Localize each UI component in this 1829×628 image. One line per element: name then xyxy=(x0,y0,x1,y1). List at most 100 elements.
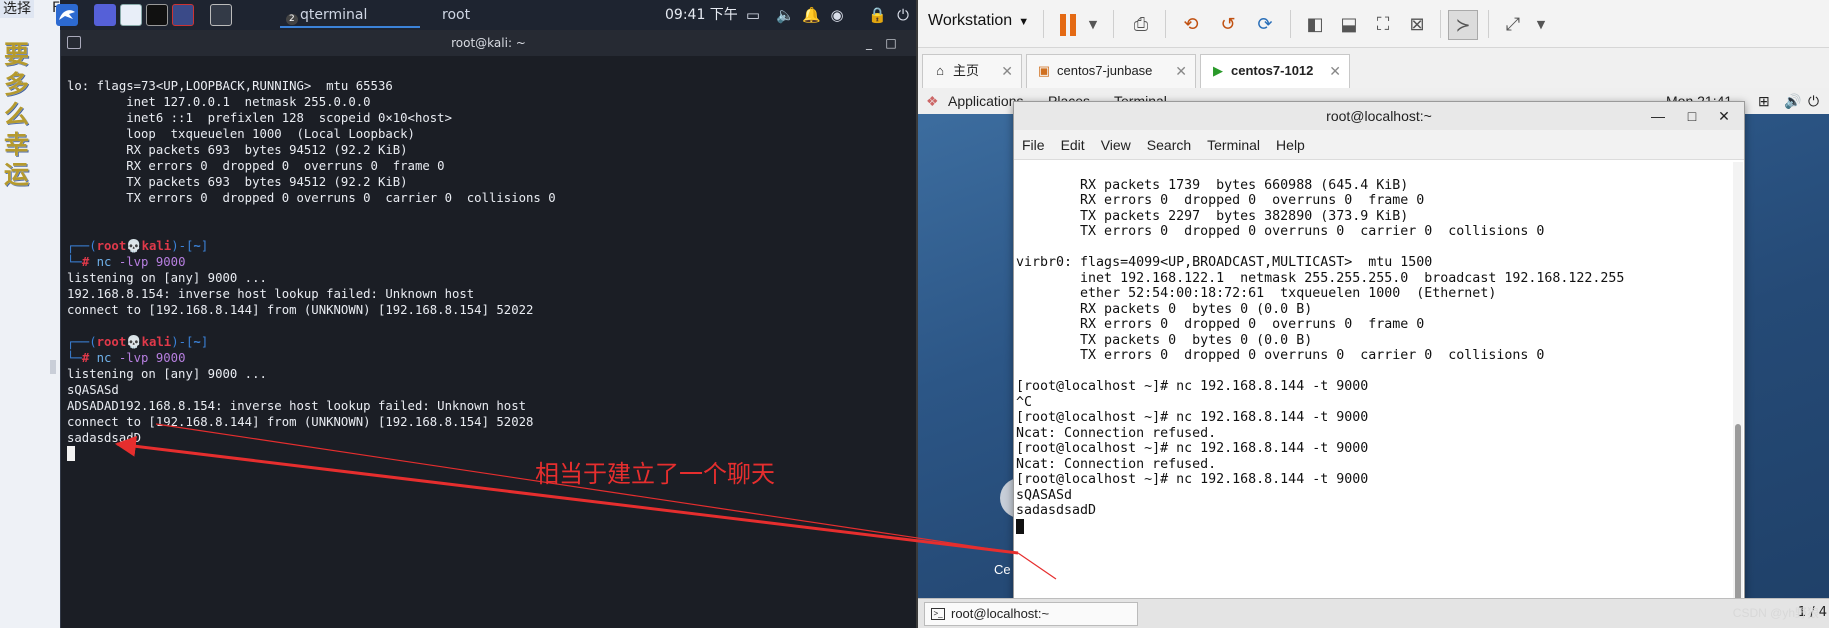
maximize-button[interactable]: □ xyxy=(1682,102,1702,130)
workstation-menu[interactable]: Workstation ▼ xyxy=(928,12,1029,30)
taskbar-root-localhost[interactable]: >_ root@localhost:~ xyxy=(924,602,1138,626)
close-tab-icon[interactable]: ✕ xyxy=(1175,55,1187,87)
terminal-line: Ncat: Connection refused. xyxy=(1016,425,1217,441)
notification-bell-icon[interactable]: 🔔 xyxy=(802,6,821,24)
output-line: sadasdsadD xyxy=(67,431,142,445)
pause-dropdown-icon[interactable]: ▼ xyxy=(1078,10,1108,40)
output-line: listening on [any] 9000 ... xyxy=(67,271,267,285)
display-icon[interactable]: ▭ xyxy=(744,6,762,24)
volume-icon[interactable]: 🔊 xyxy=(1784,88,1801,114)
taskbar-root[interactable]: root xyxy=(422,2,552,28)
kali-clock[interactable]: 09:41 下午 xyxy=(665,0,738,30)
scroll-marker[interactable] xyxy=(50,360,56,374)
taskbar-qterminal-label: qterminal xyxy=(300,7,368,23)
output-line: listening on [any] 9000 ... xyxy=(67,367,267,381)
volume-icon[interactable]: 🔈 xyxy=(776,6,795,24)
workspace-icon[interactable] xyxy=(94,4,116,26)
close-tab-icon[interactable]: ✕ xyxy=(1001,55,1013,87)
applications-icon: ❖ xyxy=(926,93,939,109)
tab-centos7-junbase[interactable]: ▣ centos7-junbase ✕ xyxy=(1026,54,1196,88)
tab-home[interactable]: ⌂ 主页 ✕ xyxy=(922,54,1022,88)
ifconfig-line: loop txqueuelen 1000 (Local Loopback) xyxy=(67,127,415,141)
desktop-icon-label[interactable]: Ce xyxy=(994,562,1011,577)
ifconfig-line: inet6 ::1 prefixlen 128 scopeid 0×10<hos… xyxy=(67,111,452,125)
output-line: ADSADAD192.168.8.154: inverse host looku… xyxy=(67,399,527,413)
workstation-menu-label: Workstation xyxy=(928,12,1013,29)
vm-guest-screen[interactable]: ❖ Applications Places Terminal Mon 21:41… xyxy=(918,88,1829,628)
ifconfig-line: RX errors 0 dropped 0 overruns 0 frame 0 xyxy=(67,159,445,173)
toolbar-divider xyxy=(1488,10,1489,38)
thumbnail-bar-icon[interactable]: ⬓ xyxy=(1334,10,1364,40)
tab-centos7-junbase-label: centos7-junbase xyxy=(1057,63,1153,78)
centos-terminal-scrollbar[interactable] xyxy=(1733,162,1743,608)
tab-centos7-1012-label: centos7-1012 xyxy=(1231,63,1314,78)
kali-dragon-icon[interactable] xyxy=(56,4,78,26)
taskbar-qterminal[interactable]: qterminal xyxy=(280,2,420,28)
minimize-button[interactable]: _ xyxy=(860,30,878,56)
terminal-icon: >_ xyxy=(931,608,945,620)
show-desktop-icon[interactable] xyxy=(210,4,232,26)
send-ctrl-alt-del-icon[interactable]: ⎙ xyxy=(1126,10,1156,40)
toolbar-divider xyxy=(1440,10,1441,38)
menu-help[interactable]: Help xyxy=(1276,137,1305,153)
centos-terminal-titlebar[interactable]: root@localhost:~ — □ ✕ xyxy=(1014,102,1744,130)
file-manager-icon[interactable] xyxy=(120,4,142,26)
snapshot-icon[interactable]: ⟲ xyxy=(1176,10,1206,40)
revert-snapshot-icon[interactable]: ↺ xyxy=(1213,10,1243,40)
home-icon: ⌂ xyxy=(936,63,944,78)
centos-terminal-window: root@localhost:~ — □ ✕ File Edit View Searc… xyxy=(1013,101,1745,611)
taskbar-root-localhost-label: root@localhost:~ xyxy=(951,606,1050,621)
stretch-dropdown-icon[interactable]: ▼ xyxy=(1526,10,1556,40)
ifconfig-line: RX packets 693 bytes 94512 (92.2 KiB) xyxy=(67,143,408,157)
console-view-icon[interactable]: ≻ xyxy=(1448,10,1478,40)
output-line: connect to [192.168.8.144] from (UNKNOWN… xyxy=(67,303,534,317)
maximize-button[interactable]: □ xyxy=(882,30,900,56)
menu-edit[interactable]: Edit xyxy=(1061,137,1085,153)
tab-centos7-1012[interactable]: ▶ centos7-1012 ✕ xyxy=(1200,54,1350,88)
vertical-slogan: 要多么幸运 xyxy=(4,40,30,189)
fullscreen-icon[interactable]: ⛶ xyxy=(1368,10,1398,40)
power-icon[interactable]: ⏻ xyxy=(1808,88,1819,114)
kali-terminal-output[interactable]: lo: flags=73<UP,LOOPBACK,RUNNING> mtu 65… xyxy=(67,62,907,494)
terminal-launcher-icon[interactable] xyxy=(146,4,168,26)
snapshot-manager-icon[interactable]: ⟳ xyxy=(1250,10,1280,40)
ifconfig-line: TX packets 693 bytes 94512 (92.2 KiB) xyxy=(67,175,408,189)
screen-recorder-icon[interactable] xyxy=(172,4,194,26)
unity-mode-icon[interactable]: ⊠ xyxy=(1402,10,1432,40)
tab-home-label: 主页 xyxy=(953,63,980,78)
stretch-guest-icon[interactable]: ⤢ xyxy=(1498,10,1528,40)
chevron-down-icon: ▼ xyxy=(1018,16,1030,28)
output-line: sQASASd xyxy=(67,383,119,397)
network-icon[interactable]: ◉ xyxy=(828,6,846,24)
kali-terminal-titlebar[interactable]: root@kali: ~ _ □ xyxy=(61,30,916,56)
centos-terminal-title: root@localhost:~ xyxy=(1326,108,1432,124)
left-desktop-strip: 选择 F 要多么幸运 xyxy=(0,0,60,628)
centos-terminal-output[interactable]: RX packets 1739 bytes 660988 (645.4 KiB)… xyxy=(1016,162,1728,565)
menu-file[interactable]: File xyxy=(1022,137,1045,153)
menu-view[interactable]: View xyxy=(1101,137,1131,153)
power-icon[interactable]: ⏻ xyxy=(894,6,912,24)
sidebar-toggle-icon[interactable]: ◧ xyxy=(1300,10,1330,40)
close-tab-icon[interactable]: ✕ xyxy=(1329,55,1341,87)
prompt-line-2: ┌──(root💀kali)-[~] xyxy=(67,335,209,349)
vm-running-icon: ▶ xyxy=(1213,63,1223,78)
terminal-line: TX errors 0 dropped 0 overruns 0 carrier… xyxy=(1016,224,1545,239)
terminal-line: RX errors 0 dropped 0 overruns 0 frame 0 xyxy=(1016,317,1425,332)
gnome-bottom-taskbar: >_ root@localhost:~ 1 / 4 xyxy=(918,598,1829,628)
terminal-line: RX packets 1739 bytes 660988 (645.4 KiB) xyxy=(1016,177,1409,193)
terminal-line: virbr0: flags=4099<UP,BROADCAST,MULTICAS… xyxy=(1016,255,1433,270)
menu-search[interactable]: Search xyxy=(1147,137,1191,153)
close-button[interactable]: ✕ xyxy=(1714,102,1734,130)
menu-terminal[interactable]: Terminal xyxy=(1207,137,1260,153)
pause-icon[interactable] xyxy=(1060,14,1078,36)
scrollbar-thumb[interactable] xyxy=(1735,424,1741,604)
terminal-line: ^C xyxy=(1016,394,1033,410)
lock-icon[interactable]: 🔒 xyxy=(868,6,887,24)
terminal-cursor xyxy=(1016,518,1024,534)
minimize-button[interactable]: — xyxy=(1648,102,1668,130)
terminal-line: ether 52:54:00:18:72:61 txqueuelen 1000 … xyxy=(1016,286,1497,301)
network-wired-icon[interactable]: ⊞ xyxy=(1758,88,1770,114)
kali-terminal-title: root@kali: ~ xyxy=(451,36,526,50)
select-label[interactable]: 选择 xyxy=(0,0,34,18)
